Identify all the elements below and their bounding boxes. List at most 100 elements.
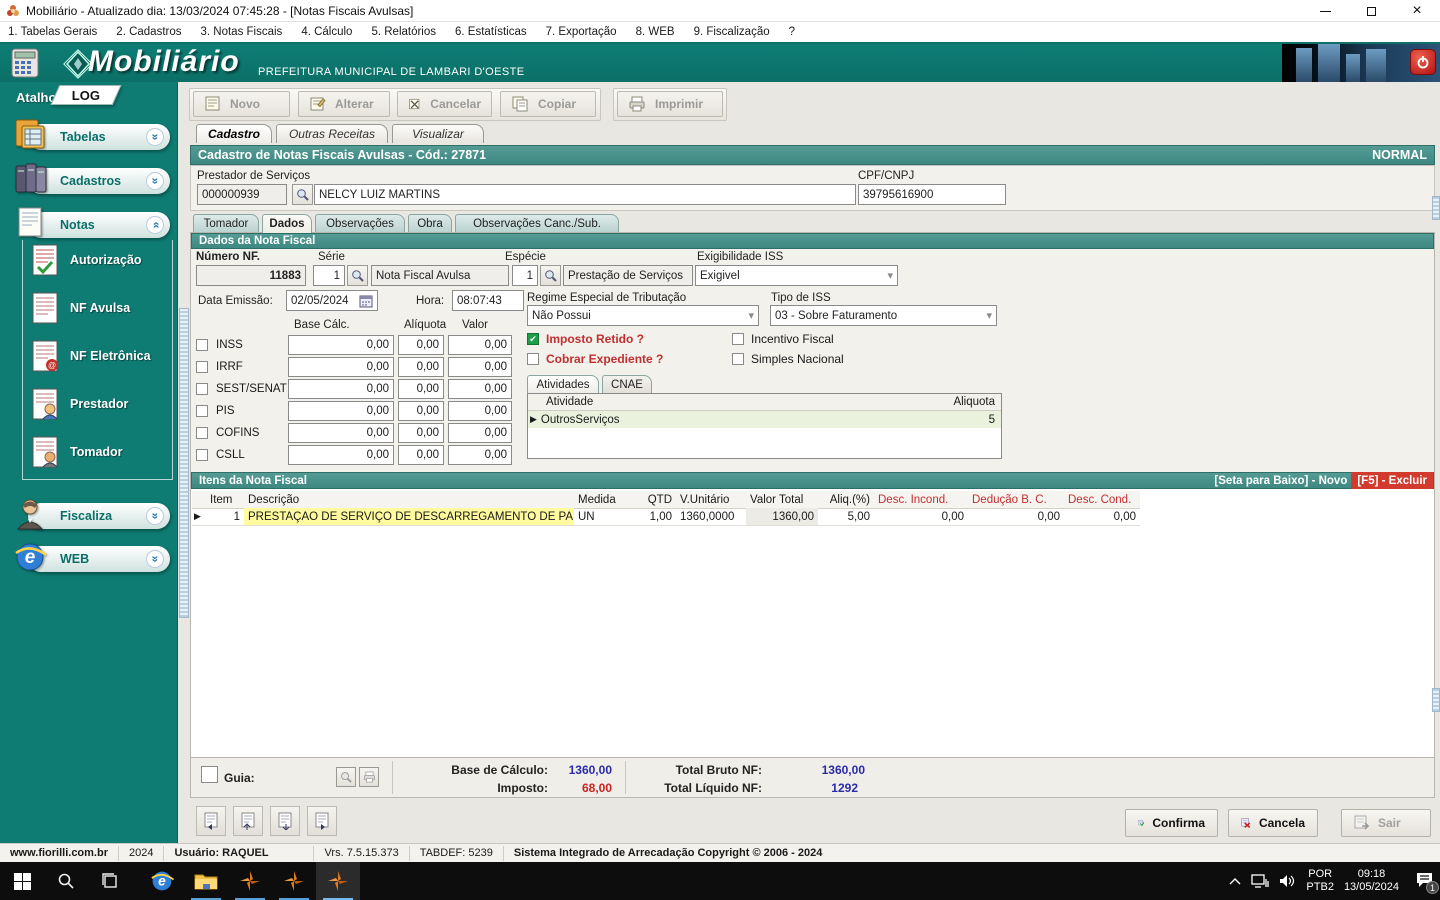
taskbar-ie-button[interactable]: e [140,862,184,900]
nav-last-button[interactable] [307,806,337,836]
tab-tomador[interactable]: Tomador [193,214,259,233]
nav-prev-button[interactable] [233,806,263,836]
sidebar-group-notas[interactable]: Notas » [28,212,170,238]
guia-print-button[interactable] [359,767,379,787]
chevron-down-icon[interactable]: » [146,550,164,568]
notification-center-button[interactable]: 1 [1415,871,1439,894]
menu-estatisticas[interactable]: 6. Estatísticas [455,26,527,38]
inss-checkbox[interactable] [196,338,208,351]
sidebar-item-prestador[interactable]: Prestador [30,384,170,424]
atividade-row[interactable]: ▶ OutrosServiços 5 [528,411,1001,428]
csll-checkbox[interactable] [196,448,208,461]
especie-search-button[interactable] [540,265,561,286]
confirma-button[interactable]: Confirma [1125,809,1218,837]
chevron-down-icon[interactable]: » [146,507,164,525]
cobrar-expediente-check[interactable]: Cobrar Expediente ? [527,352,663,366]
exigibilidade-select[interactable]: Exigivel ▾ [695,265,898,286]
tab-observacoes-canc-sub[interactable]: Observações Canc./Sub. [455,214,619,233]
language-indicator[interactable]: POR PTB2 [1306,868,1334,894]
tax-aliq-input[interactable]: 0,00 [398,444,444,465]
start-button[interactable] [0,862,44,900]
sidebar-group-fiscaliza[interactable]: Fiscaliza » [28,503,170,529]
copiar-button[interactable]: Copiar [500,91,596,117]
tax-aliq-input[interactable]: 0,00 [398,334,444,355]
taskbar-search-button[interactable] [44,862,88,900]
prestador-search-button[interactable] [292,184,313,205]
nav-next-button[interactable] [270,806,300,836]
tipo-iss-select[interactable]: 03 - Sobre Faturamento ▾ [770,305,997,326]
tax-base-input[interactable]: 0,00 [288,444,394,465]
calendar-icon[interactable] [359,294,373,308]
tax-valor-input[interactable]: 0,00 [448,378,512,399]
sidebar-item-nf-avulsa[interactable]: NF Avulsa [30,288,170,328]
menu-help[interactable]: ? [789,26,795,38]
cpf-input[interactable]: 39795616900 [858,184,1006,205]
maximize-button[interactable] [1348,0,1394,22]
tab-cadastro[interactable]: Cadastro [196,124,272,143]
tray-chevron-up-icon[interactable] [1229,877,1241,885]
tab-visualizar[interactable]: Visualizar [392,124,484,143]
tax-aliq-input[interactable]: 0,00 [398,356,444,377]
sidebar-splitter[interactable] [179,308,189,618]
menu-cadastros[interactable]: 2. Cadastros [116,26,181,38]
novo-button[interactable]: Novo [193,91,290,117]
tab-outras-receitas[interactable]: Outras Receitas [276,124,388,143]
alterar-button[interactable]: Alterar [298,91,390,117]
data-emissao-input[interactable]: 02/05/2024 [286,290,378,311]
hora-input[interactable]: 08:07:43 [452,290,524,311]
sidebar-group-tabelas[interactable]: Tabelas » [28,124,170,150]
menu-tabelas-gerais[interactable]: 1. Tabelas Gerais [8,26,97,38]
tax-valor-input[interactable]: 0,00 [448,444,512,465]
tab-cnae[interactable]: CNAE [602,375,652,393]
imposto-retido-check[interactable]: ✔ Imposto Retido ? [527,332,644,346]
menu-calculo[interactable]: 4. Cálculo [301,26,352,38]
pis-checkbox[interactable] [196,404,208,417]
irrf-checkbox[interactable] [196,360,208,373]
serie-search-button[interactable] [347,265,368,286]
unchecked-checkbox-icon[interactable] [732,333,744,345]
close-button[interactable]: × [1394,0,1440,22]
item-row[interactable]: ▶ 1 PRESTAÇAO DE SERVIÇO DE DESCARREGAME… [192,508,1140,526]
taskbar-app1-button[interactable] [228,862,272,900]
chevron-down-icon[interactable]: » [146,172,164,190]
tax-base-input[interactable]: 0,00 [288,400,394,421]
network-icon[interactable] [1251,874,1270,888]
nav-first-button[interactable] [196,806,226,836]
imprimir-button[interactable]: Imprimir [617,91,723,117]
regime-select[interactable]: Não Possui ▾ [527,305,759,326]
sidebar-item-tomador[interactable]: Tomador [30,432,170,472]
menu-notas-fiscais[interactable]: 3. Notas Fiscais [201,26,283,38]
checked-checkbox-icon[interactable]: ✔ [527,333,539,345]
tax-base-input[interactable]: 0,00 [288,422,394,443]
tax-valor-input[interactable]: 0,00 [448,334,512,355]
sest-senat-checkbox[interactable] [196,382,208,395]
right-splitter-handle[interactable] [1432,196,1440,220]
chevron-up-icon[interactable]: » [146,216,164,234]
chevron-down-icon[interactable]: » [146,128,164,146]
tax-aliq-input[interactable]: 0,00 [398,378,444,399]
simples-nacional-check[interactable]: Simples Nacional [732,352,844,366]
tax-base-input[interactable]: 0,00 [288,356,394,377]
unchecked-checkbox-icon[interactable] [732,353,744,365]
sidebar-group-cadastros[interactable]: Cadastros » [28,168,170,194]
tab-obra[interactable]: Obra [408,214,452,233]
tax-aliq-input[interactable]: 0,00 [398,400,444,421]
menu-relatorios[interactable]: 5. Relatórios [371,26,436,38]
taskbar-app2-button[interactable] [272,862,316,900]
status-site[interactable]: www.fiorilli.com.br [0,845,119,861]
clock[interactable]: 09:18 13/05/2024 [1344,868,1399,894]
task-view-button[interactable] [88,862,132,900]
numero-input[interactable]: 11883 [196,265,306,286]
menu-exportacao[interactable]: 7. Exportação [546,26,617,38]
cancelar-button[interactable]: Cancelar [397,91,492,117]
tab-observacoes[interactable]: Observações [315,214,405,233]
cancela-button[interactable]: Cancela [1228,809,1318,837]
minimize-button[interactable] [1302,0,1348,22]
cofins-checkbox[interactable] [196,426,208,439]
tax-aliq-input[interactable]: 0,00 [398,422,444,443]
prestador-name-input[interactable]: NELCY LUIZ MARTINS [314,184,856,205]
sidebar-item-autorizacao[interactable]: Autorização [30,240,170,280]
serie-input[interactable]: 1 [313,265,345,286]
tax-valor-input[interactable]: 0,00 [448,400,512,421]
menu-web[interactable]: 8. WEB [636,26,675,38]
